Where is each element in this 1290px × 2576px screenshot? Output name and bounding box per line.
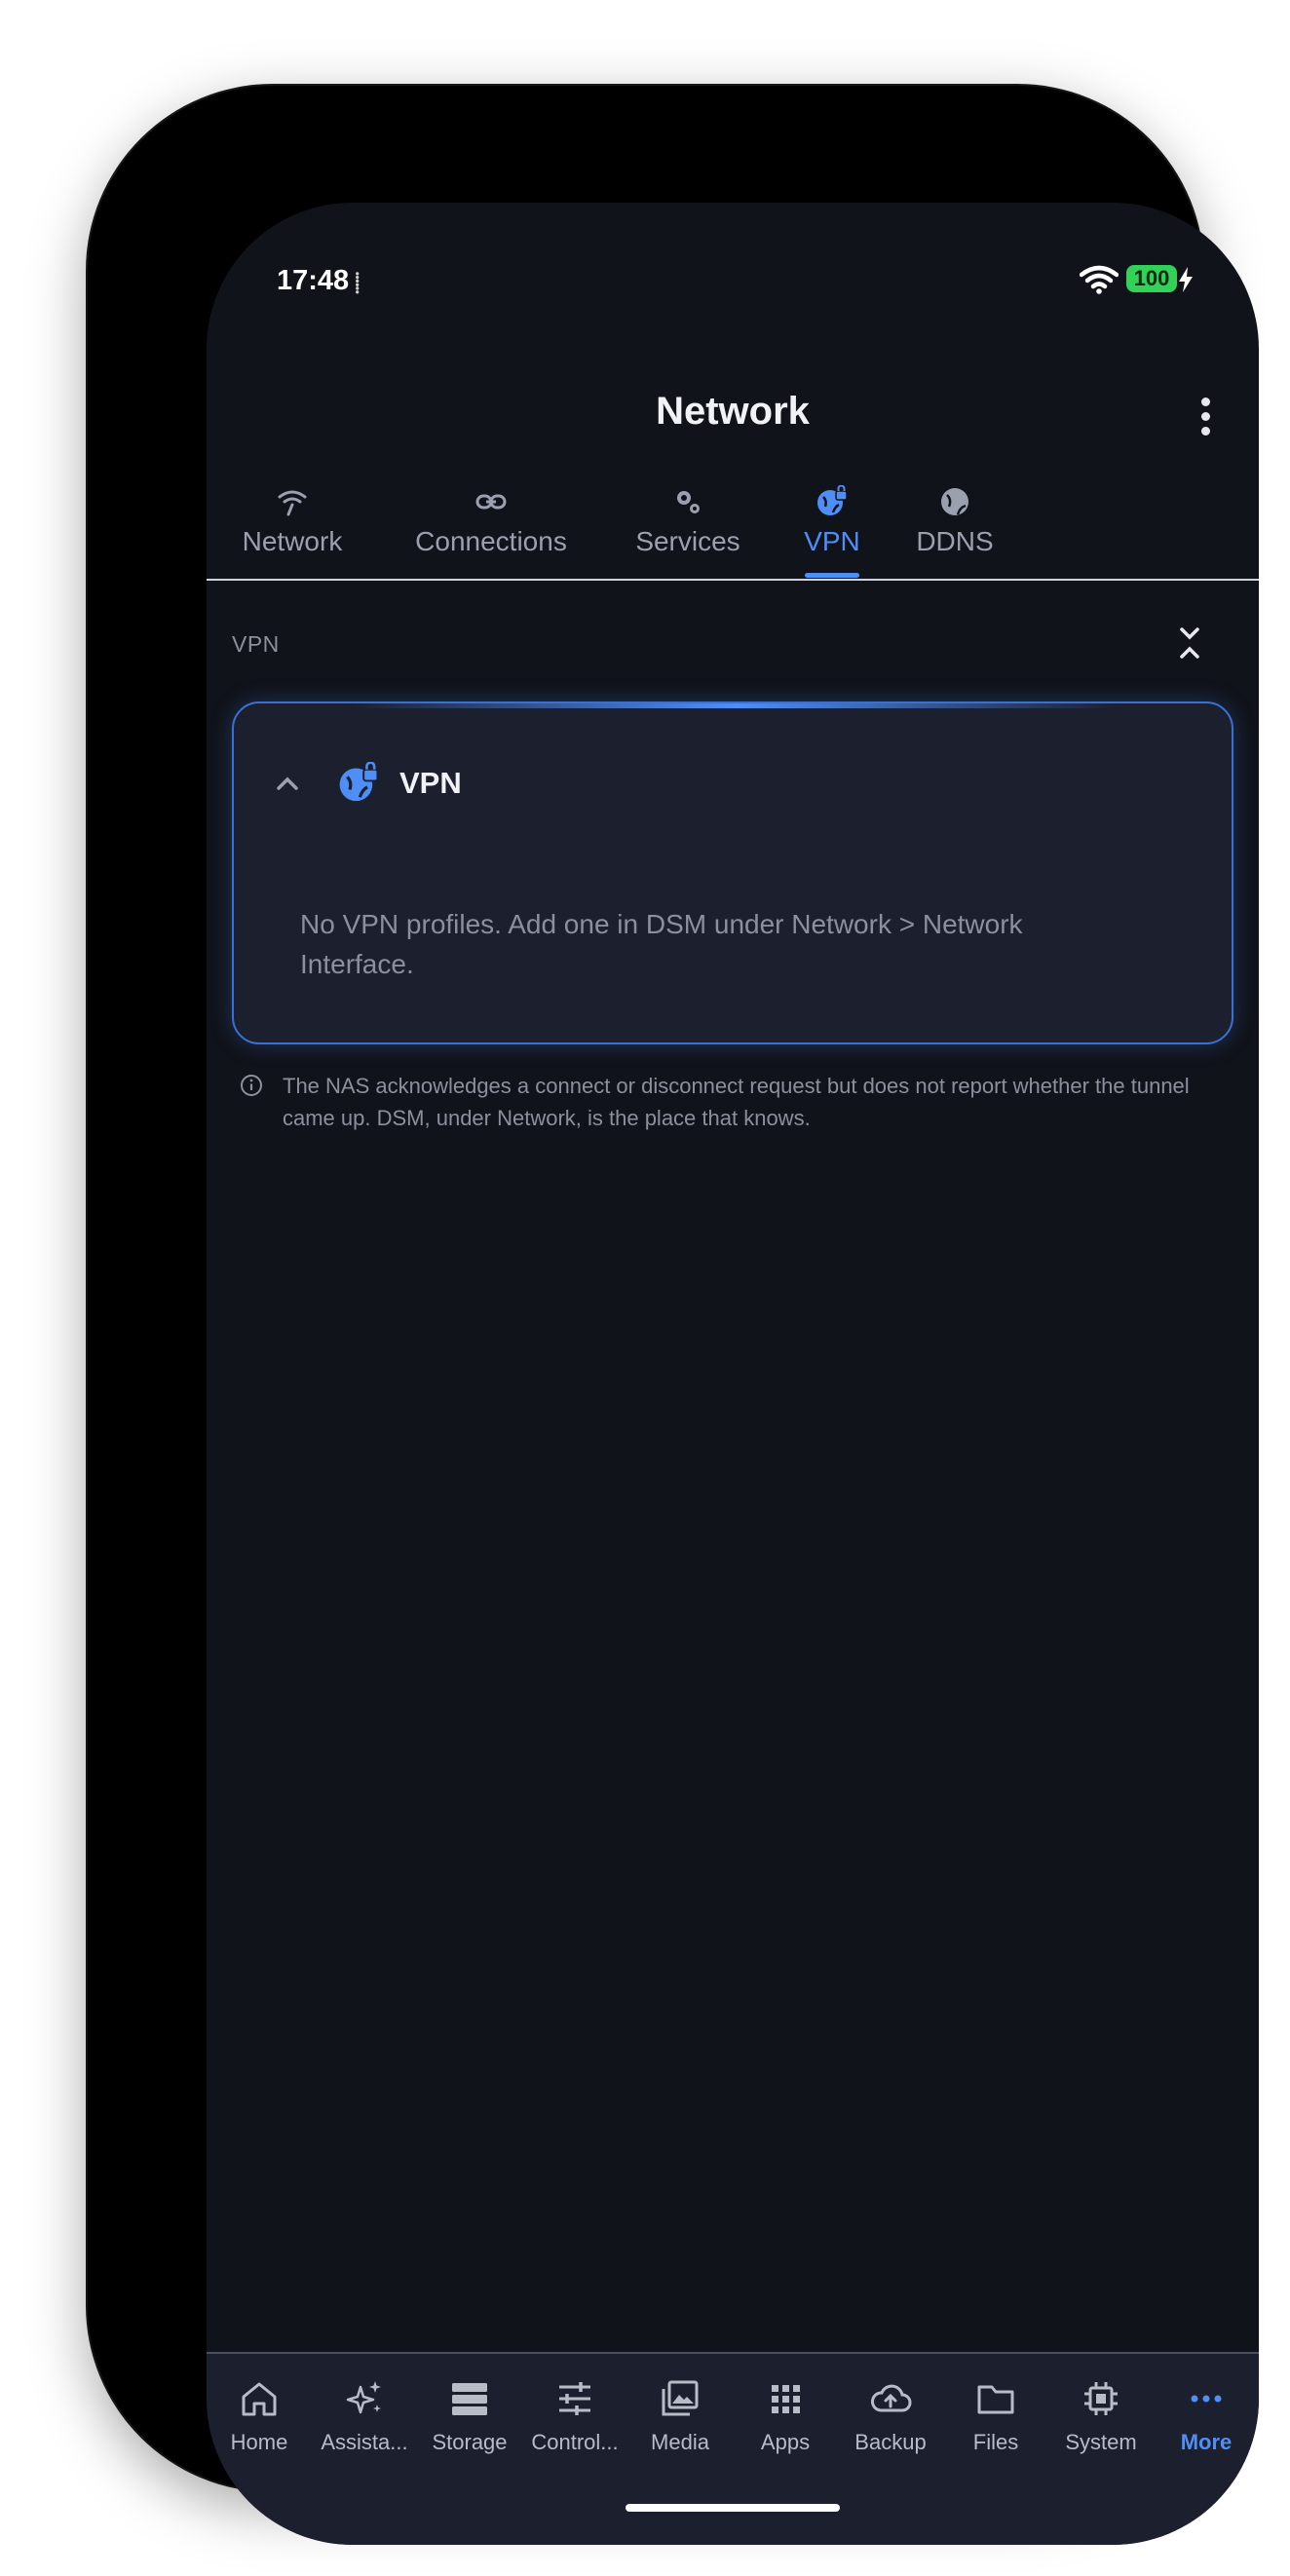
nav-label: Storage xyxy=(432,2430,508,2454)
collapse-all-icon[interactable] xyxy=(1175,624,1204,663)
nav-label: Control... xyxy=(531,2430,619,2454)
nav-control[interactable]: Control... xyxy=(522,2377,627,2455)
tab-label: Connections xyxy=(415,526,567,556)
tab-label: VPN xyxy=(804,526,860,556)
more-vertical-icon[interactable] xyxy=(1198,398,1212,436)
nav-media[interactable]: Media xyxy=(627,2377,733,2455)
sliders-icon xyxy=(559,2382,590,2415)
nav-files[interactable]: Files xyxy=(943,2377,1048,2455)
vpn-card: VPN No VPN profiles. Add one in DSM unde… xyxy=(232,701,1233,1044)
photos-icon xyxy=(662,2380,699,2416)
card-title: VPN xyxy=(399,766,462,800)
nav-assistant[interactable]: Assista... xyxy=(312,2377,417,2455)
nav-apps[interactable]: Apps xyxy=(733,2377,838,2455)
nav-system[interactable]: System xyxy=(1048,2377,1154,2455)
chip-icon xyxy=(1084,2382,1118,2415)
info-note: The NAS acknowledges a connect or discon… xyxy=(283,1074,1190,1130)
folder-icon xyxy=(977,2385,1014,2414)
tab-bar: Network Connections Services VPN DDNS xyxy=(207,485,1259,698)
status-time: 17:48 ⸽ xyxy=(277,265,360,297)
tab-label: Services xyxy=(635,526,740,556)
globe-icon xyxy=(941,488,968,515)
apps-grid-icon xyxy=(772,2385,800,2413)
nav-label: Backup xyxy=(854,2430,927,2454)
gears-icon xyxy=(677,491,700,513)
nav-label: Apps xyxy=(760,2430,811,2454)
link-icon xyxy=(475,494,507,510)
nav-label: Assista... xyxy=(321,2430,408,2454)
tab-vpn[interactable]: VPN xyxy=(793,485,871,583)
tab-divider xyxy=(207,579,1259,581)
tab-network[interactable]: Network xyxy=(238,485,347,583)
wifi-icon xyxy=(1080,265,1119,294)
charging-icon xyxy=(1179,267,1193,292)
card-glow xyxy=(351,703,1120,708)
status-indicator: ⸽ xyxy=(355,273,360,294)
more-horizontal-icon xyxy=(1191,2395,1222,2403)
nav-backup[interactable]: Backup xyxy=(838,2377,943,2455)
tab-ddns[interactable]: DDNS xyxy=(914,485,996,583)
nav-label: Media xyxy=(651,2430,709,2454)
chevron-up-icon[interactable] xyxy=(275,774,300,793)
nav-label: System xyxy=(1065,2430,1137,2454)
tab-label: DDNS xyxy=(916,526,994,556)
time-text: 17:48 xyxy=(277,265,350,296)
active-tab-indicator xyxy=(805,573,859,578)
home-indicator[interactable] xyxy=(626,2504,840,2512)
nav-label: Home xyxy=(230,2430,288,2454)
storage-icon xyxy=(452,2383,487,2415)
nav-storage[interactable]: Storage xyxy=(417,2377,522,2455)
nav-label: More xyxy=(1180,2430,1233,2454)
section-label: VPN xyxy=(232,631,280,657)
phone-frame: 17:48 ⸽ 100 Network Network Connections … xyxy=(88,86,1259,2545)
nav-home[interactable]: Home xyxy=(207,2377,312,2455)
home-icon xyxy=(242,2382,277,2416)
bottom-navigation: Home Assista... Storage Control... Media… xyxy=(207,2352,1259,2545)
sparkle-icon xyxy=(346,2381,381,2414)
info-icon xyxy=(241,1075,262,1096)
tab-connections[interactable]: Connections xyxy=(407,485,575,583)
battery-indicator: 100 xyxy=(1126,265,1177,292)
router-icon xyxy=(278,490,307,516)
tab-services[interactable]: Services xyxy=(629,485,746,583)
tab-label: Network xyxy=(242,526,343,556)
page-title: Network xyxy=(656,390,810,433)
nav-more[interactable]: More xyxy=(1154,2377,1259,2455)
nav-label: Files xyxy=(972,2430,1019,2454)
cloud-upload-icon xyxy=(871,2384,912,2412)
app-screen: 17:48 ⸽ 100 Network Network Connections … xyxy=(207,203,1259,2545)
empty-state-message: No VPN profiles. Add one in DSM under Ne… xyxy=(300,909,1023,979)
globe-lock-icon xyxy=(339,762,379,802)
globe-lock-icon xyxy=(817,485,848,515)
